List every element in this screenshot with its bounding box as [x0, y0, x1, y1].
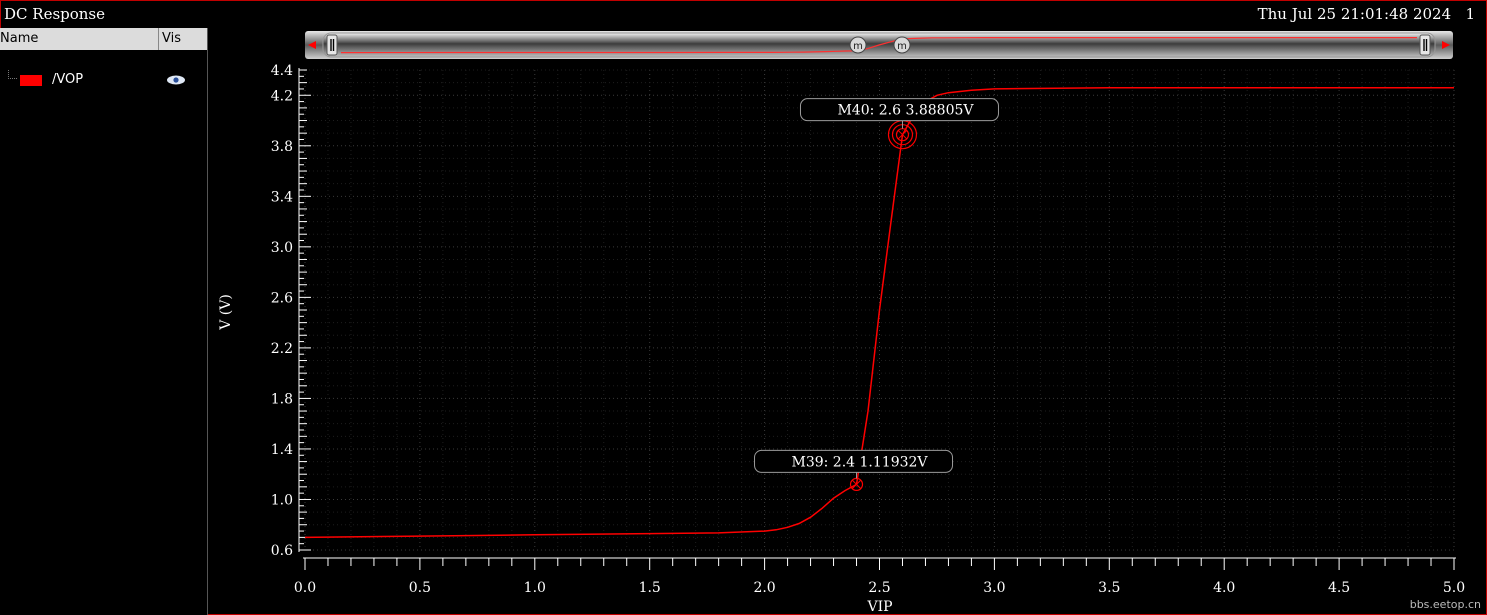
window-timestamp-group: Thu Jul 25 21:01:48 2024 1	[1258, 5, 1475, 23]
dc-response-chart[interactable]: 0.6 1.0 1.4 1.8 2.2 2.6 3.0 3.4 3.8 4.2 4.4 0.0 0.5…	[208, 58, 1487, 615]
zoom-marker-m40[interactable]: m	[893, 36, 911, 54]
eye-icon[interactable]	[166, 75, 186, 85]
watermark: bbs.eetop.cn	[1409, 598, 1481, 611]
zoom-right-handle[interactable]	[1419, 34, 1431, 56]
legend-header-name[interactable]: Name	[0, 31, 38, 46]
plot-axes	[298, 68, 1456, 559]
y-tick-label: 3.0	[271, 240, 293, 256]
y-tick-label: 4.2	[271, 88, 293, 104]
legend-item-label: /VOP	[52, 72, 84, 87]
legend-panel: Name Vis /VOP	[0, 28, 208, 615]
y-tick-label: 1.8	[271, 391, 293, 407]
x-tick-label: 2.0	[753, 580, 775, 596]
x-axis-label: VIP	[866, 599, 892, 615]
legend-swatch	[20, 75, 42, 86]
zoom-marker-m39[interactable]: m	[849, 36, 867, 54]
window-titlebar: DC Response Thu Jul 25 21:01:48 2024 1	[0, 0, 1487, 28]
svg-text:m: m	[897, 41, 907, 52]
marker-m40[interactable]: M40: 2.6 3.88805V	[799, 98, 999, 150]
y-tick-label: 3.4	[271, 189, 293, 205]
marker-m39[interactable]: M39: 2.4 1.11932V	[754, 449, 954, 492]
zoom-left-handle[interactable]	[326, 34, 338, 56]
legend-item-vop[interactable]: /VOP	[0, 68, 207, 90]
svg-text:m: m	[853, 41, 863, 52]
y-tick-label: 2.2	[271, 341, 293, 357]
y-tick-label: 0.6	[271, 543, 293, 559]
x-tick-label: 1.0	[524, 580, 546, 596]
y-tick-label: 1.0	[271, 492, 293, 508]
window-timestamp: Thu Jul 25 21:01:48 2024	[1257, 5, 1452, 23]
tree-connector	[8, 70, 17, 79]
window-title: DC Response	[4, 5, 106, 23]
y-axis-label: V (V)	[218, 294, 234, 331]
marker-label: M39: 2.4 1.11932V	[791, 454, 928, 470]
x-tick-label: 0.0	[294, 580, 316, 596]
x-tick-label: 3.5	[1098, 580, 1120, 596]
legend-header: Name Vis	[0, 28, 207, 50]
marker-layer: M39: 2.4 1.11932V M40: 2.6 3.88805V	[754, 98, 999, 492]
legend-header-vis[interactable]: Vis	[158, 28, 181, 50]
x-tick-label: 5.0	[1443, 580, 1465, 596]
y-tick-label: 4.4	[271, 63, 293, 79]
x-tick-label: 0.5	[409, 580, 431, 596]
zoom-scroll-bar[interactable]: m m	[305, 31, 1453, 59]
x-tick-label: 2.5	[868, 580, 890, 596]
y-tick-label: 2.6	[271, 290, 293, 306]
x-tick-label: 1.5	[639, 580, 661, 596]
x-axis-ticks: 0.0 0.5 1.0 1.5 2.0 2.5 3.0 3.5 4.0 4.5 5.0	[294, 558, 1465, 596]
y-tick-label: 1.4	[271, 442, 293, 458]
x-tick-label: 4.5	[1328, 580, 1350, 596]
page-number: 1	[1465, 5, 1475, 23]
marker-label: M40: 2.6 3.88805V	[837, 103, 974, 119]
y-tick-label: 3.8	[271, 139, 293, 155]
x-tick-label: 4.0	[1213, 580, 1235, 596]
x-tick-label: 3.0	[983, 580, 1005, 596]
